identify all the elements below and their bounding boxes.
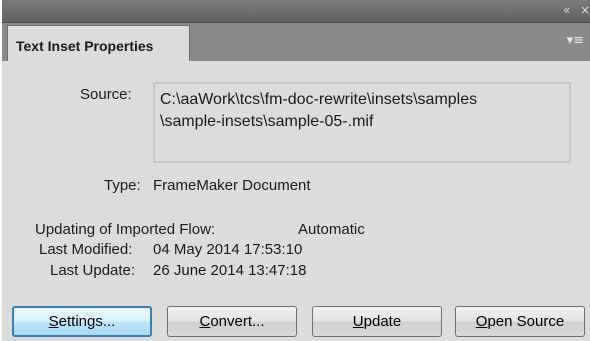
tab-bar: Text Inset Properties ▾≡ — [2, 23, 590, 62]
source-field[interactable]: C:\aaWork\tcs\fm-doc-rewrite\insets\samp… — [153, 82, 571, 163]
last-modified-label: Last Modified: — [39, 241, 133, 258]
text-inset-properties-panel: Source: C:\aaWork\tcs\fm-doc-rewrite\ins… — [2, 61, 590, 341]
updating-value: Automatic — [298, 221, 365, 238]
source-value: C:\aaWork\tcs\fm-doc-rewrite\insets\samp… — [160, 91, 478, 130]
close-icon[interactable]: × — [580, 3, 590, 17]
update-button[interactable]: Update — [312, 306, 442, 337]
type-label: Type: — [104, 177, 141, 194]
panel-menu-icon[interactable]: ▾≡ — [567, 33, 584, 48]
last-update-value: 26 June 2014 13:47:18 — [153, 262, 307, 279]
convert-button[interactable]: Convert... — [167, 306, 297, 337]
tab-text-inset-properties[interactable]: Text Inset Properties — [7, 25, 190, 62]
collapse-icon[interactable]: « — [563, 3, 570, 17]
tab-label: Text Inset Properties — [16, 38, 154, 54]
source-label: Source: — [80, 86, 132, 103]
panel-title-strip: « × — [2, 0, 590, 23]
updating-label: Updating of Imported Flow: — [35, 221, 216, 238]
last-modified-value: 04 May 2014 17:53:10 — [153, 241, 303, 258]
settings-button[interactable]: Settings... — [12, 306, 152, 337]
type-value: FrameMaker Document — [153, 177, 311, 194]
open-source-button[interactable]: Open Source — [455, 306, 585, 337]
last-update-label: Last Update: — [50, 262, 136, 279]
